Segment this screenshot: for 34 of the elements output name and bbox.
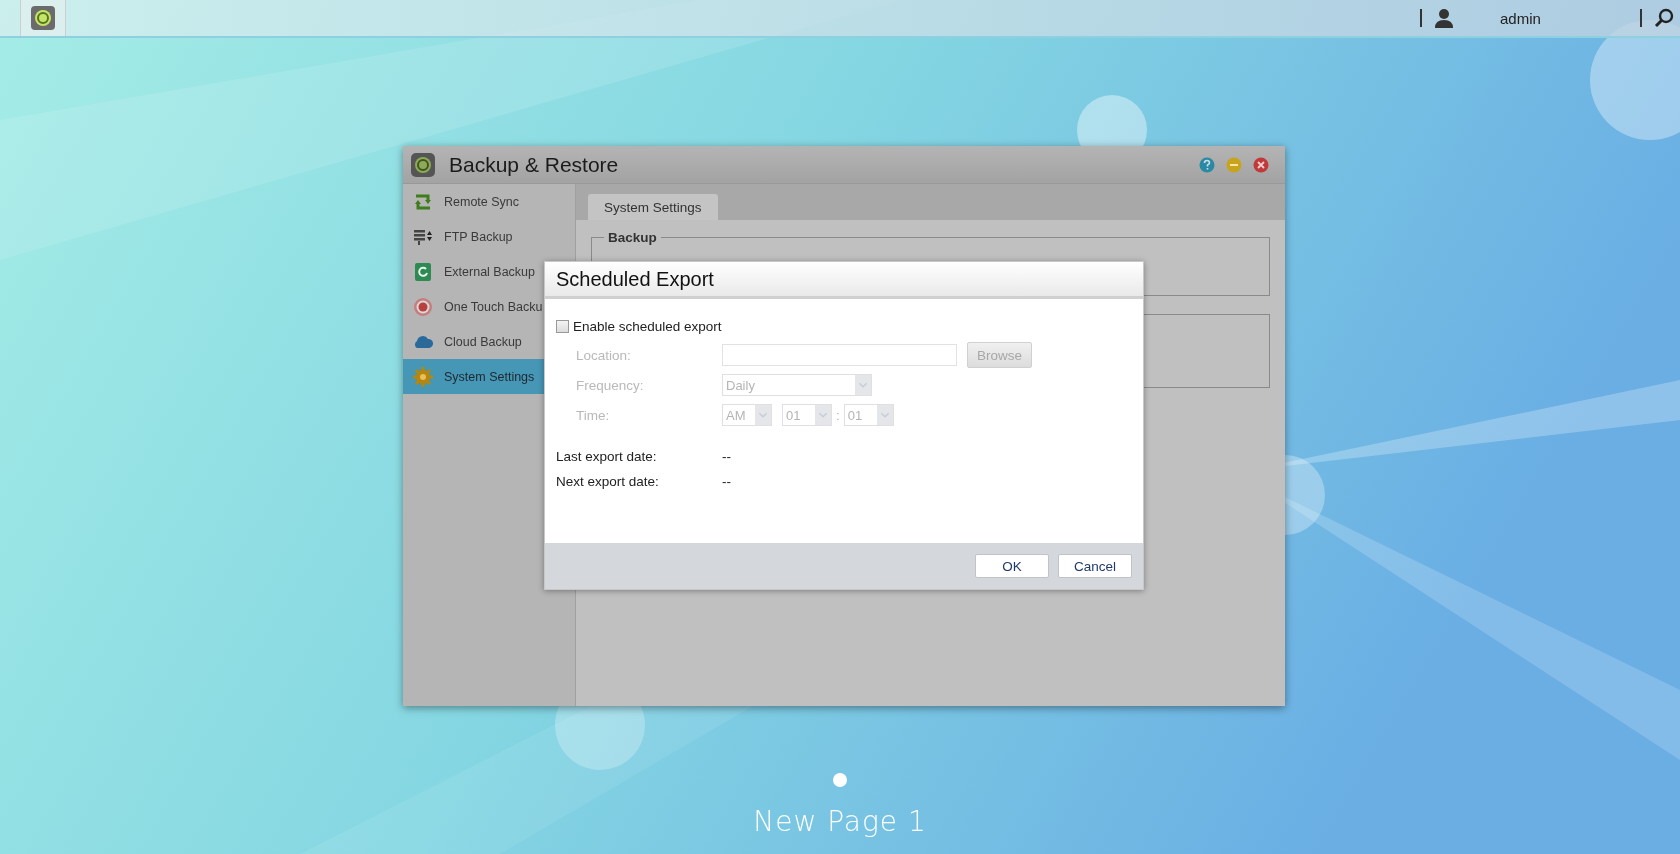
- time-separator: :: [836, 407, 840, 423]
- info-label: Last export date:: [556, 449, 658, 464]
- page-name: New Page 1: [753, 805, 927, 838]
- caret-icon: [755, 405, 771, 425]
- field-label: Location:: [575, 347, 632, 363]
- user-icon[interactable]: [1434, 8, 1454, 28]
- group-legend: Backup: [604, 230, 661, 245]
- field-label: Time:: [575, 407, 611, 423]
- gear-icon: [413, 366, 433, 387]
- search-icon[interactable]: [1654, 8, 1674, 28]
- username-label[interactable]: admin: [1494, 9, 1640, 27]
- caret-icon: [855, 375, 871, 395]
- close-icon[interactable]: [1253, 156, 1269, 173]
- sidebar-item[interactable]: Remote Sync: [403, 184, 575, 219]
- tab[interactable]: System Settings: [588, 194, 718, 220]
- checkbox-label[interactable]: Enable scheduled export: [573, 319, 722, 334]
- caret-icon: [876, 405, 893, 425]
- drive-refresh-icon: [413, 261, 433, 282]
- cancel-button[interactable]: Cancel: [1058, 554, 1132, 578]
- window-title: Backup & Restore: [449, 152, 620, 177]
- field-label: Frequency:: [575, 377, 645, 393]
- info-label: Next export date:: [556, 474, 660, 489]
- app-logo-icon: [411, 152, 435, 177]
- ok-button[interactable]: OK: [975, 554, 1049, 578]
- caret-icon: [815, 405, 831, 425]
- info-value: --: [722, 449, 731, 464]
- sidebar-item[interactable]: FTP Backup: [403, 219, 575, 254]
- target-icon: [413, 296, 433, 317]
- info-value: --: [722, 474, 731, 489]
- app-logo-icon[interactable]: [31, 6, 55, 30]
- minimize-icon[interactable]: [1226, 156, 1242, 173]
- checkbox[interactable]: [556, 320, 569, 333]
- help-icon[interactable]: [1199, 156, 1215, 173]
- dialog-title: Scheduled Export: [556, 267, 714, 291]
